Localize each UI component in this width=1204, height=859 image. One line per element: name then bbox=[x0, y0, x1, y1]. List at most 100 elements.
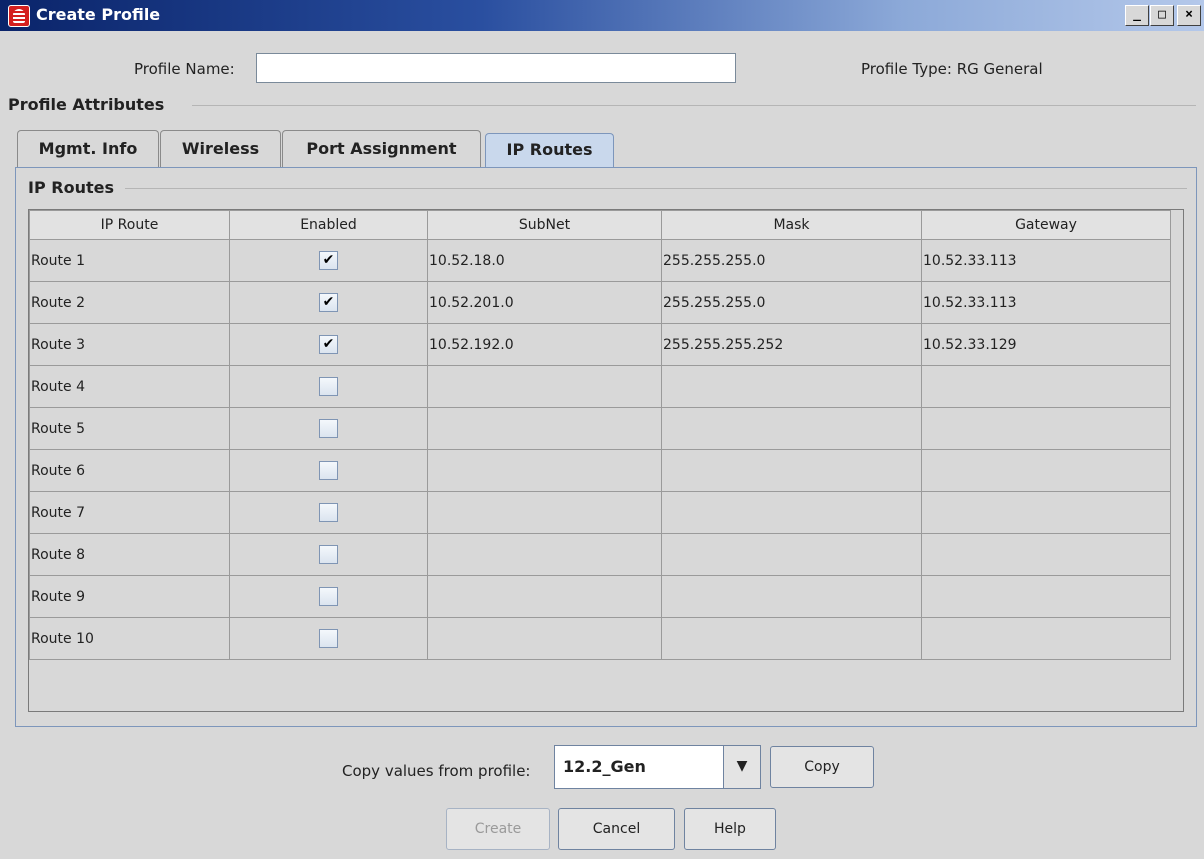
section-divider bbox=[125, 188, 1187, 189]
mask-cell[interactable] bbox=[661, 407, 922, 450]
column-header-enabled[interactable]: Enabled bbox=[229, 210, 428, 240]
route-name-cell[interactable]: Route 7 bbox=[29, 491, 230, 534]
profile-name-label: Profile Name: bbox=[134, 60, 235, 78]
gateway-cell[interactable] bbox=[921, 533, 1171, 576]
profile-name-input[interactable] bbox=[256, 53, 736, 83]
gateway-cell[interactable] bbox=[921, 491, 1171, 534]
enabled-checkbox[interactable]: ✔ bbox=[319, 335, 338, 354]
table-row[interactable]: Route 4 bbox=[29, 365, 1171, 408]
gateway-cell[interactable] bbox=[921, 407, 1171, 450]
subnet-cell[interactable]: 10.52.192.0 bbox=[427, 323, 662, 366]
title-bar[interactable]: Create Profile _ □ × bbox=[0, 0, 1204, 31]
mask-cell[interactable] bbox=[661, 365, 922, 408]
table-row[interactable]: Route 7 bbox=[29, 491, 1171, 534]
table-row[interactable]: Route 5 bbox=[29, 407, 1171, 450]
route-name-cell[interactable]: Route 5 bbox=[29, 407, 230, 450]
enabled-cell[interactable]: ✔ bbox=[229, 281, 428, 324]
route-name-cell[interactable]: Route 10 bbox=[29, 617, 230, 660]
subnet-cell[interactable] bbox=[427, 449, 662, 492]
enabled-cell[interactable] bbox=[229, 449, 428, 492]
mask-cell[interactable] bbox=[661, 575, 922, 618]
subnet-cell[interactable] bbox=[427, 575, 662, 618]
table-row[interactable]: Route 2 ✔ 10.52.201.0 255.255.255.0 10.52.33… bbox=[29, 281, 1171, 324]
mask-cell[interactable]: 255.255.255.0 bbox=[661, 239, 922, 282]
chevron-down-icon[interactable]: ▼ bbox=[723, 746, 760, 788]
close-button[interactable]: × bbox=[1177, 5, 1201, 26]
enabled-checkbox[interactable]: ✔ bbox=[319, 251, 338, 270]
minimize-button[interactable]: _ bbox=[1125, 5, 1149, 26]
gateway-cell[interactable]: 10.52.33.129 bbox=[921, 323, 1171, 366]
route-name-cell[interactable]: Route 2 bbox=[29, 281, 230, 324]
profile-select[interactable]: 12.2_Gen ▼ bbox=[554, 745, 761, 789]
enabled-cell[interactable] bbox=[229, 365, 428, 408]
gateway-cell[interactable]: 10.52.33.113 bbox=[921, 239, 1171, 282]
enabled-cell[interactable] bbox=[229, 617, 428, 660]
tab-wireless[interactable]: Wireless bbox=[160, 130, 281, 168]
column-header-gateway[interactable]: Gateway bbox=[921, 210, 1171, 240]
tab-ip-routes[interactable]: IP Routes bbox=[485, 133, 614, 169]
profile-type-label: Profile Type: bbox=[861, 60, 952, 78]
tab-mgmt-info[interactable]: Mgmt. Info bbox=[17, 130, 159, 168]
route-name-cell[interactable]: Route 9 bbox=[29, 575, 230, 618]
window-title: Create Profile bbox=[36, 5, 161, 24]
profile-attributes-title: Profile Attributes bbox=[8, 95, 169, 114]
enabled-cell[interactable] bbox=[229, 407, 428, 450]
help-button[interactable]: Help bbox=[684, 808, 776, 850]
mask-cell[interactable] bbox=[661, 491, 922, 534]
route-name-cell[interactable]: Route 1 bbox=[29, 239, 230, 282]
gateway-cell[interactable] bbox=[921, 365, 1171, 408]
table-row[interactable]: Route 3 ✔ 10.52.192.0 255.255.255.252 10.52.… bbox=[29, 323, 1171, 366]
enabled-checkbox[interactable] bbox=[319, 629, 338, 648]
cancel-button[interactable]: Cancel bbox=[558, 808, 675, 850]
gateway-cell[interactable] bbox=[921, 617, 1171, 660]
enabled-cell[interactable]: ✔ bbox=[229, 323, 428, 366]
enabled-cell[interactable]: ✔ bbox=[229, 239, 428, 282]
table-row[interactable]: Route 10 bbox=[29, 617, 1171, 660]
subnet-cell[interactable] bbox=[427, 365, 662, 408]
maximize-button[interactable]: □ bbox=[1150, 5, 1174, 26]
copy-button[interactable]: Copy bbox=[770, 746, 874, 788]
enabled-checkbox[interactable] bbox=[319, 587, 338, 606]
mask-cell[interactable] bbox=[661, 533, 922, 576]
gateway-cell[interactable] bbox=[921, 449, 1171, 492]
mask-cell[interactable] bbox=[661, 449, 922, 492]
enabled-cell[interactable] bbox=[229, 575, 428, 618]
enabled-checkbox[interactable] bbox=[319, 503, 338, 522]
subnet-cell[interactable] bbox=[427, 617, 662, 660]
route-name-cell[interactable]: Route 8 bbox=[29, 533, 230, 576]
table-row[interactable]: Route 8 bbox=[29, 533, 1171, 576]
ip-routes-table: IP Route Enabled SubNet Mask Gateway Rou… bbox=[28, 209, 1184, 712]
enabled-checkbox[interactable] bbox=[319, 461, 338, 480]
subnet-cell[interactable] bbox=[427, 491, 662, 534]
mask-cell[interactable] bbox=[661, 617, 922, 660]
check-icon: ✔ bbox=[322, 252, 335, 268]
column-header-ip-route[interactable]: IP Route bbox=[29, 210, 230, 240]
mask-cell[interactable]: 255.255.255.252 bbox=[661, 323, 922, 366]
enabled-cell[interactable] bbox=[229, 533, 428, 576]
enabled-checkbox[interactable] bbox=[319, 545, 338, 564]
subnet-cell[interactable] bbox=[427, 533, 662, 576]
subnet-cell[interactable] bbox=[427, 407, 662, 450]
app-logo-icon bbox=[8, 5, 30, 27]
column-header-mask[interactable]: Mask bbox=[661, 210, 922, 240]
route-name-cell[interactable]: Route 3 bbox=[29, 323, 230, 366]
gateway-cell[interactable]: 10.52.33.113 bbox=[921, 281, 1171, 324]
column-header-subnet[interactable]: SubNet bbox=[427, 210, 662, 240]
route-name-cell[interactable]: Route 6 bbox=[29, 449, 230, 492]
subnet-cell[interactable]: 10.52.18.0 bbox=[427, 239, 662, 282]
copy-values-label: Copy values from profile: bbox=[342, 762, 531, 780]
check-icon: ✔ bbox=[322, 336, 335, 352]
table-row[interactable]: Route 1 ✔ 10.52.18.0 255.255.255.0 10.52.33.… bbox=[29, 239, 1171, 282]
tab-port-assignment[interactable]: Port Assignment bbox=[282, 130, 481, 168]
table-row[interactable]: Route 9 bbox=[29, 575, 1171, 618]
create-button[interactable]: Create bbox=[446, 808, 550, 850]
gateway-cell[interactable] bbox=[921, 575, 1171, 618]
table-row[interactable]: Route 6 bbox=[29, 449, 1171, 492]
subnet-cell[interactable]: 10.52.201.0 bbox=[427, 281, 662, 324]
enabled-cell[interactable] bbox=[229, 491, 428, 534]
enabled-checkbox[interactable]: ✔ bbox=[319, 293, 338, 312]
enabled-checkbox[interactable] bbox=[319, 419, 338, 438]
enabled-checkbox[interactable] bbox=[319, 377, 338, 396]
mask-cell[interactable]: 255.255.255.0 bbox=[661, 281, 922, 324]
route-name-cell[interactable]: Route 4 bbox=[29, 365, 230, 408]
